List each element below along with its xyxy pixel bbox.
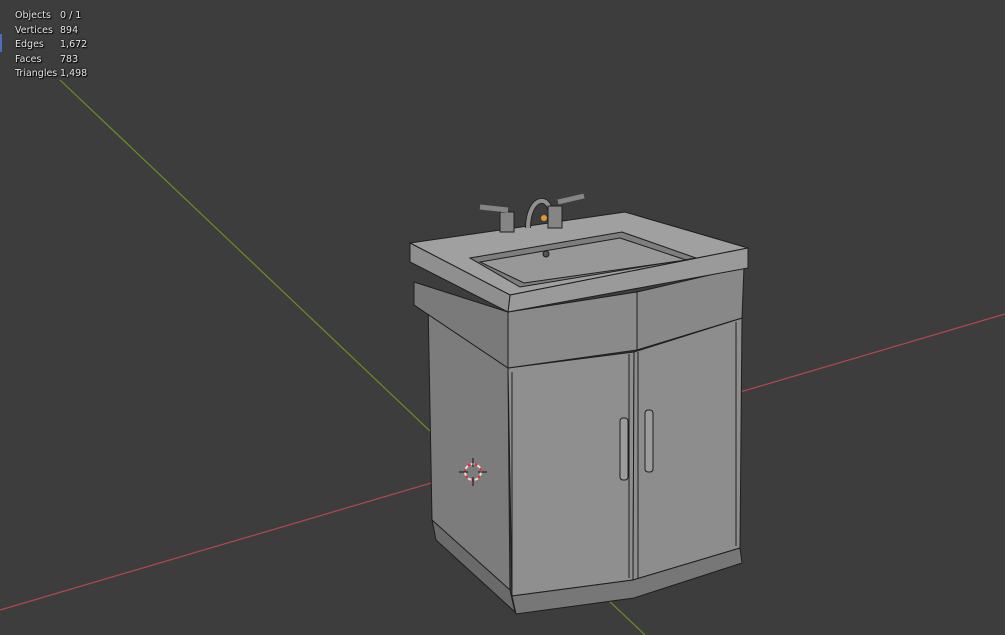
3d-viewport[interactable]: Objects 0 / 1 Vertices 894 Edges 1,672 F… [0, 0, 1005, 635]
sink-cabinet-mesh[interactable] [408, 193, 749, 615]
region-edge-marker [0, 34, 2, 52]
scene-canvas[interactable] [0, 0, 1005, 635]
